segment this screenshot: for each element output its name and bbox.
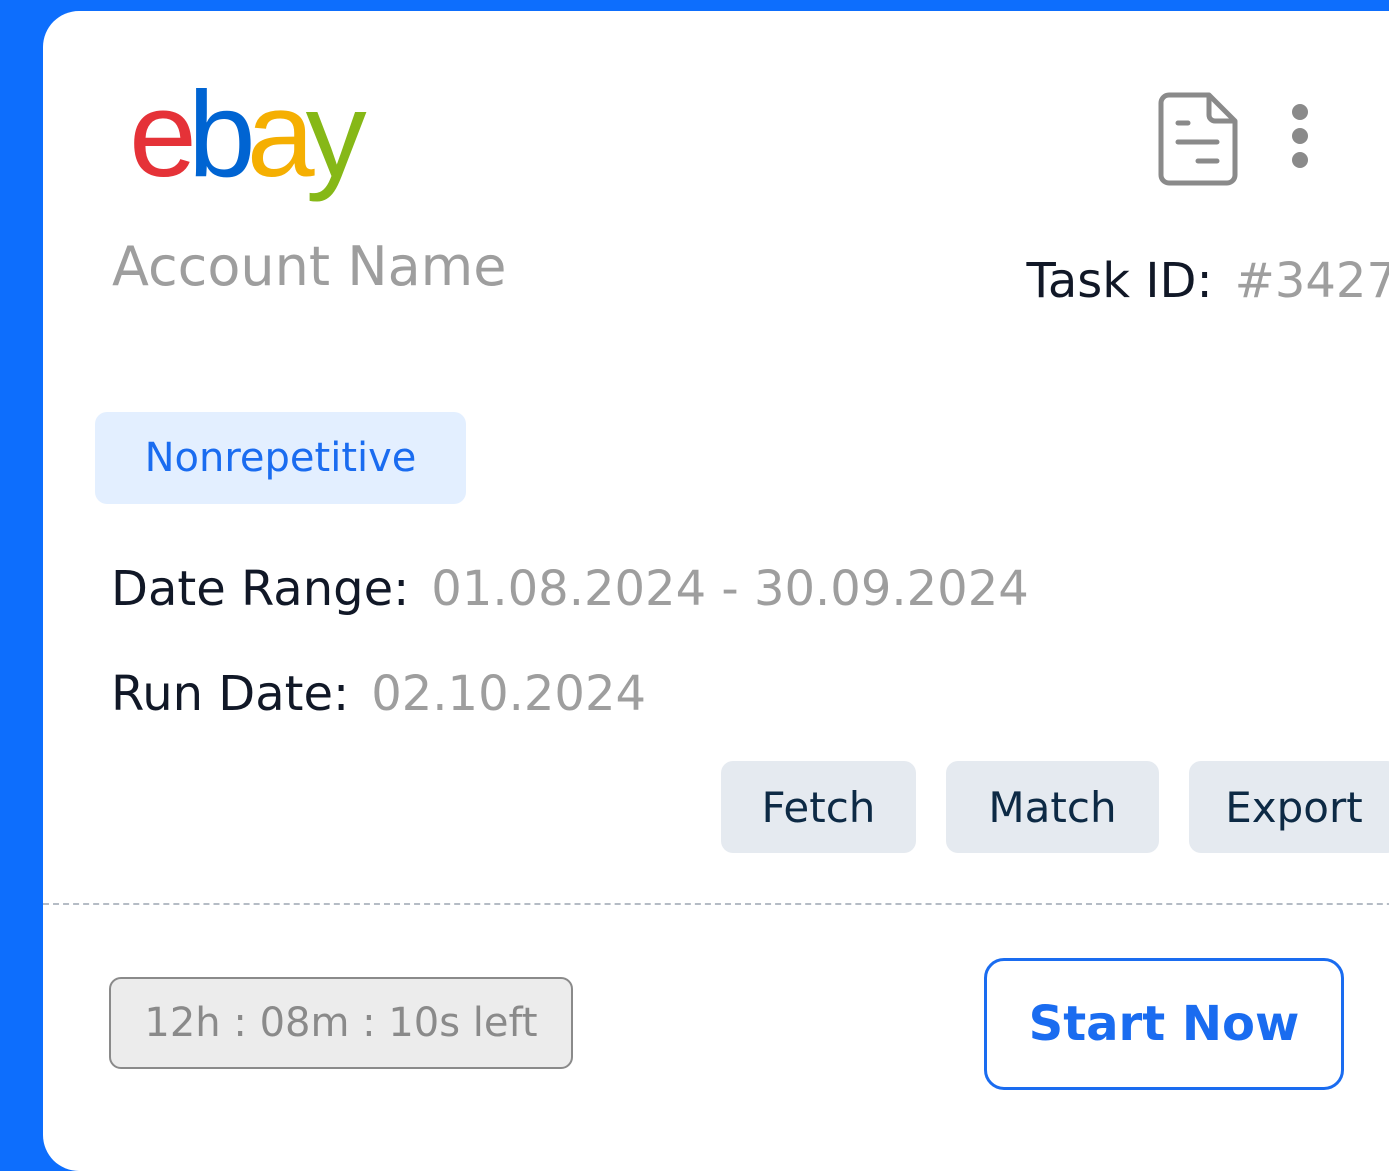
- fetch-button[interactable]: Fetch: [721, 761, 916, 853]
- logo-letter-e: e: [129, 66, 197, 202]
- more-vertical-icon[interactable]: [1275, 101, 1325, 181]
- document-icon[interactable]: [1155, 89, 1241, 189]
- logo-letter-b: b: [187, 66, 256, 202]
- task-card: e b a y Account Name Task ID: #3427 Nonre…: [43, 11, 1389, 1171]
- run-date-label: Run Date:: [111, 666, 350, 722]
- ebay-logo: e b a y: [129, 66, 367, 203]
- task-id-value: #3427: [1234, 253, 1389, 309]
- date-range-value: 01.08.2024 - 30.09.2024: [431, 561, 1029, 617]
- run-date-row: Run Date: 02.10.2024: [111, 666, 646, 722]
- account-name: Account Name: [112, 235, 507, 298]
- logo-letter-a: a: [246, 66, 315, 202]
- task-id-label: Task ID:: [1026, 253, 1213, 309]
- frequency-tag: Nonrepetitive: [95, 412, 466, 504]
- logo-letter-y: y: [305, 66, 367, 202]
- match-button[interactable]: Match: [946, 761, 1159, 853]
- countdown-timer: 12h : 08m : 10s left: [109, 977, 573, 1069]
- start-now-button[interactable]: Start Now: [984, 958, 1344, 1090]
- run-date-value: 02.10.2024: [371, 666, 647, 722]
- date-range-label: Date Range:: [111, 561, 410, 617]
- export-button[interactable]: Export: [1189, 761, 1389, 853]
- date-range-row: Date Range: 01.08.2024 - 30.09.2024: [111, 561, 1029, 617]
- task-id: Task ID: #3427: [1026, 253, 1389, 309]
- action-buttons: Fetch Match Export: [721, 761, 1389, 853]
- dashed-divider: [43, 903, 1389, 905]
